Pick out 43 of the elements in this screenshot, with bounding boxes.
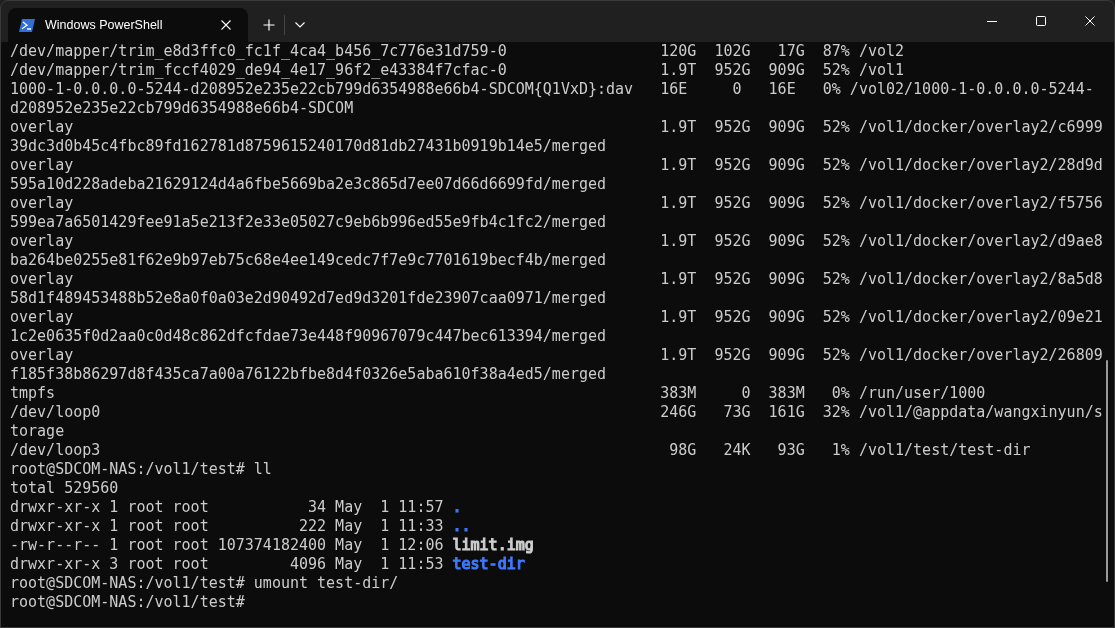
output-line: torage (10, 422, 65, 441)
output-line: 39dc3d0b45c4fbc89fd162781d8759615240170d81db27431b0919b14e5/merged (10, 137, 607, 156)
output-line: f185f38b86297d8f435ca7a00a76122bfbe8d4f0326e5aba610f38a4ed5/merged (10, 365, 607, 384)
output-line: overlay 1.9T 952G 909G 52% /vol1/docker/overlay2/f5756 (10, 194, 1103, 213)
close-icon (221, 20, 231, 30)
caret-icon (295, 22, 305, 28)
output-line: 599ea7a6501429fee91a5e213f2e33e05027c9eb6b996ed55e9fb4c1fc2/merged (10, 213, 607, 232)
output-line: 1c2e0635f0d2aa0c0d48c862dfcfdae73e448f90967079c447bec613394/merged (10, 327, 607, 346)
output-line: 595a10d228adeba21629124d4a6fbe5669ba2e3c865d7ee07d66d6699fd/merged (10, 175, 607, 194)
file-listing-line: drwxr-xr-x 1 root root 222 May 1 11:33 (10, 517, 444, 536)
output-line: /dev/loop3 98G 24K 93G 1% /vol1/test/test-dir (10, 441, 1031, 460)
file-listing-line: -rw-r--r-- 1 root root 107374182400 May 1 12:06 (10, 536, 444, 555)
maximize-icon (1035, 16, 1046, 26)
output-line: overlay 1.9T 952G 909G 52% /vol1/docker/overlay2/c6999 (10, 118, 1103, 137)
scrollbar[interactable] (1106, 360, 1108, 582)
plus-icon (263, 19, 275, 31)
output-line: total 529560 (10, 479, 119, 498)
output-line: d208952e235e22cb799d6354988e66b4-SDCOM (10, 99, 354, 118)
file-name: limit.img (452, 536, 534, 555)
file-listing-line: drwxr-xr-x 3 root root 4096 May 1 11:53 (10, 555, 444, 574)
output-line: ba264be0255e81f62e9b97eb75c68e4ee149cedc7f7e9c7701619becf4b/merged (10, 251, 607, 270)
output-line: 1000-1-0.0.0.0-5244-d208952e235e22cb799d6354988e66b4-SDCOM{Q1VxD}:dav 16E 0 16E 0% /vol02/1000-1-0.0.0.0-5244- (10, 80, 1094, 99)
output-line: overlay 1.9T 952G 909G 52% /vol1/docker/overlay2/28d9d (10, 156, 1103, 175)
output-line: /dev/mapper/trim_fccf4029_de94_4e17_96f2_e43384f7cfac-0 1.9T 952G 909G 52% /vol1 (10, 61, 905, 80)
command-line: root@SDCOM-NAS:/vol1/test# ll (10, 460, 272, 479)
output-line: /dev/mapper/trim_e8d3ffc0_fc1f_4ca4_b456_7c776e31d759-0 120G 102G 17G 87% /vol2 (10, 42, 905, 61)
output-line: tmpfs 383M 0 383M 0% /run/user/1000 (10, 384, 986, 403)
command-line: root@SDCOM-NAS:/vol1/test# umount test-dir/ (10, 574, 399, 593)
output-line: 58d1f489453488b52e8a0f0a03e2d90492d7ed9d3201fde23907caa0971/merged (10, 289, 607, 308)
output-line: overlay 1.9T 952G 909G 52% /vol1/docker/overlay2/d9ae8 (10, 232, 1103, 251)
powershell-icon (19, 18, 35, 32)
output-line: overlay 1.9T 952G 909G 52% /vol1/docker/overlay2/09e21 (10, 308, 1103, 327)
close-icon (1084, 16, 1095, 26)
file-name: . (452, 498, 462, 517)
output-line: overlay 1.9T 952G 909G 52% /vol1/docker/overlay2/26809 (10, 346, 1103, 365)
file-name: test-dir (452, 555, 525, 574)
minimize-icon (986, 20, 997, 22)
command-line: root@SDCOM-NAS:/vol1/test# (10, 593, 245, 612)
output-line: /dev/loop0 246G 73G 161G 32% /vol1/@appdata/wangxinyun/s (10, 403, 1103, 422)
file-name: .. (452, 517, 471, 536)
terminal-tab[interactable]: Windows PowerShell (8, 8, 248, 42)
file-listing-line: drwxr-xr-x 1 root root 34 May 1 11:57 (10, 498, 444, 517)
output-line: overlay 1.9T 952G 909G 52% /vol1/docker/overlay2/8a5d8 (10, 270, 1103, 289)
